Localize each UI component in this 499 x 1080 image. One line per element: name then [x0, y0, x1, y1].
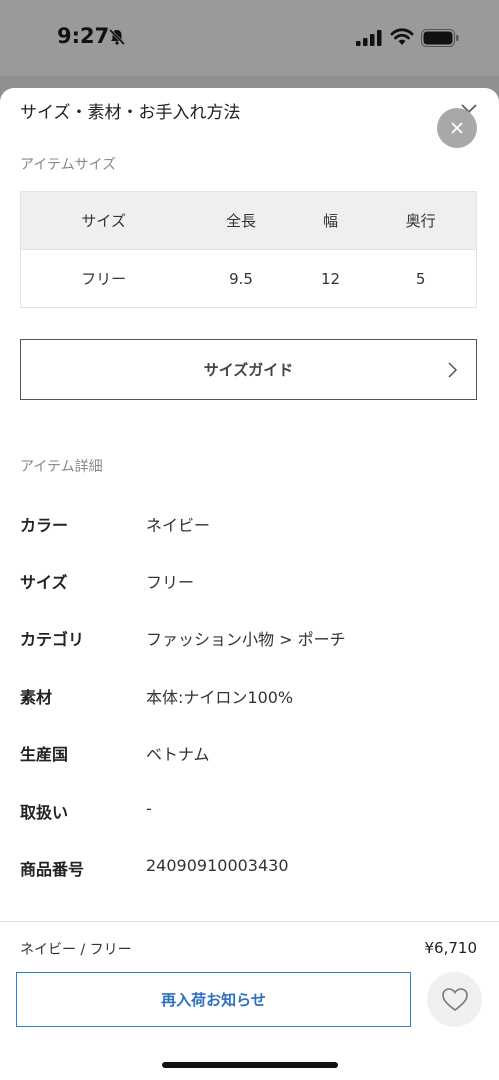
detail-value: ファッション小物 > ポーチ — [146, 630, 346, 649]
item-details-section-label: アイテム詳細 — [20, 459, 103, 475]
detail-value: 24090910003430 — [146, 856, 289, 875]
divider — [0, 921, 499, 922]
size-table-header: サイズ — [20, 191, 187, 250]
home-indicator — [162, 1062, 338, 1068]
close-button[interactable] — [437, 108, 477, 148]
item-size-section-label: アイテムサイズ — [20, 157, 117, 173]
detail-value: ベトナム — [146, 745, 210, 764]
detail-key: カラー — [20, 516, 69, 535]
battery-icon — [421, 29, 459, 47]
detail-value: 本体:ナイロン100% — [146, 688, 294, 707]
detail-key: カテゴリ — [20, 630, 85, 649]
detail-value: ネイビー — [146, 516, 211, 535]
detail-row: 取扱い - — [20, 799, 477, 829]
table-cell: 12 — [295, 249, 366, 308]
wifi-icon — [390, 28, 414, 45]
detail-key: サイズ — [20, 573, 68, 592]
chevron-right-icon — [448, 362, 458, 378]
size-table-header: 幅 — [295, 191, 366, 250]
size-table-header: 奥行 — [365, 191, 477, 250]
table-cell: 9.5 — [186, 249, 296, 308]
sheet-title: サイズ・素材・お手入れ方法 — [20, 103, 241, 123]
restock-notify-button[interactable]: 再入荷お知らせ — [16, 972, 411, 1027]
size-table-header: 全長 — [186, 191, 296, 250]
table-cell: 5 — [365, 249, 477, 308]
detail-key: 素材 — [20, 688, 53, 707]
size-table: サイズ 全長 幅 奥行 フリー 9.5 12 5 — [20, 191, 477, 308]
table-cell: フリー — [20, 249, 187, 308]
detail-row: 商品番号 24090910003430 — [20, 856, 477, 886]
price: ¥6,710 — [424, 939, 478, 957]
detail-row: カテゴリ ファッション小物 > ポーチ — [20, 626, 477, 656]
bell-slash-icon — [108, 28, 126, 46]
detail-row: サイズ フリー — [20, 569, 477, 599]
table-row: フリー 9.5 12 5 — [20, 249, 477, 308]
size-guide-label: サイズガイド — [203, 361, 294, 379]
detail-sheet: サイズ・素材・お手入れ方法 アイテムサイズ サイズ 全長 幅 奥行 フリー 9.… — [0, 88, 499, 1080]
detail-key: 商品番号 — [20, 860, 85, 879]
size-guide-button[interactable]: サイズガイド — [20, 339, 477, 400]
selected-variant: ネイビー / フリー — [20, 942, 132, 958]
status-bar: 9:27 — [0, 0, 499, 76]
close-icon — [451, 122, 463, 134]
detail-value: フリー — [146, 573, 195, 592]
detail-key: 生産国 — [20, 745, 69, 764]
size-table-header-row: サイズ 全長 幅 奥行 — [20, 191, 477, 250]
detail-row: カラー ネイビー — [20, 512, 477, 542]
status-time: 9:27 — [57, 24, 110, 48]
restock-notify-label: 再入荷お知らせ — [161, 991, 266, 1009]
detail-value: - — [146, 799, 152, 818]
heart-icon — [441, 987, 468, 1011]
favorite-button[interactable] — [427, 972, 482, 1027]
detail-row: 生産国 ベトナム — [20, 741, 477, 771]
detail-row: 素材 本体:ナイロン100% — [20, 684, 477, 714]
detail-key: 取扱い — [20, 803, 69, 822]
signal-icon — [356, 30, 382, 46]
